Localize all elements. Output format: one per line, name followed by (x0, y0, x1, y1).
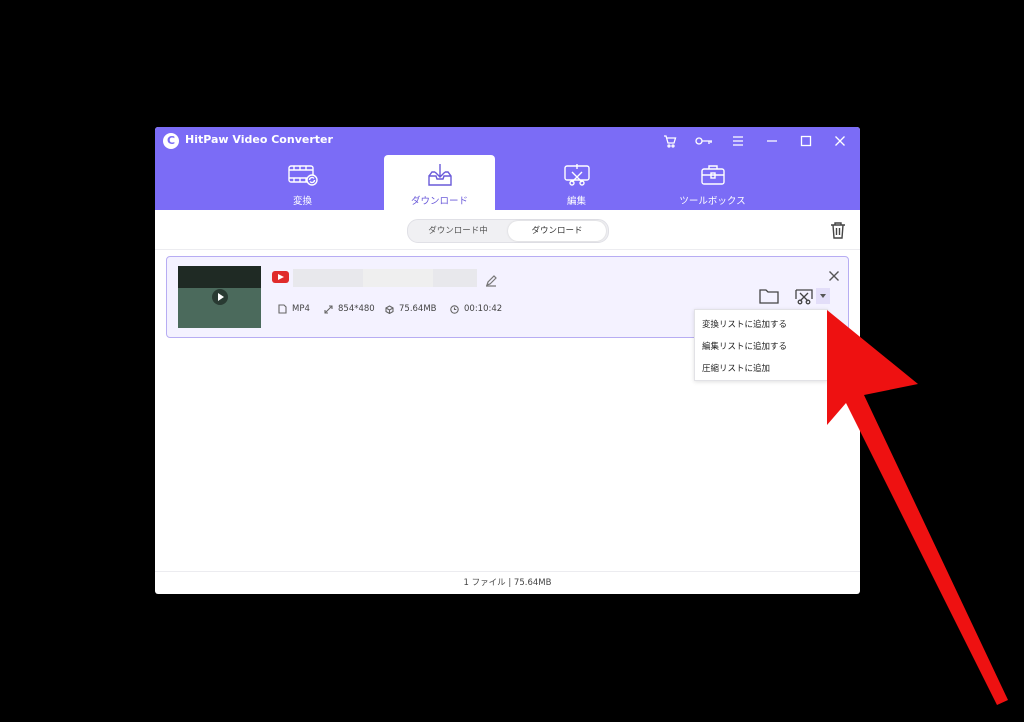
tab-edit-label: 編集 (566, 196, 586, 207)
duration-info: 00:10:42 (450, 304, 502, 314)
app-logo: C (163, 133, 179, 149)
format-value: MP4 (292, 304, 310, 314)
clock-icon (450, 304, 459, 314)
size-info: 75.64MB (385, 304, 437, 314)
edit-scissors-icon (561, 163, 593, 187)
video-title-redacted (293, 269, 477, 287)
resize-icon (324, 304, 333, 314)
tab-toolbox-label: ツールボックス (679, 196, 746, 207)
video-thumbnail[interactable] (178, 266, 261, 328)
resolution-value: 854*480 (338, 304, 375, 314)
trash-icon[interactable] (830, 221, 846, 239)
menu-icon[interactable] (728, 131, 748, 151)
tab-download-label: ダウンロード (410, 196, 468, 207)
more-options-chevron-icon[interactable] (816, 288, 830, 304)
minimize-icon[interactable] (762, 131, 782, 151)
title-bar: C HitPaw Video Converter (155, 127, 860, 155)
menu-item-add-edit[interactable]: 編集リストに追加する (702, 340, 787, 352)
download-tray-icon (424, 163, 456, 187)
close-icon[interactable] (830, 131, 850, 151)
maximize-icon[interactable] (796, 131, 816, 151)
resolution-info: 854*480 (324, 304, 375, 314)
menu-item-add-compress[interactable]: 圧縮リストに追加 (702, 362, 770, 374)
tab-convert-label: 変換 (292, 196, 312, 207)
duration-value: 00:10:42 (464, 304, 503, 314)
tab-toolbox[interactable]: ツールボックス (657, 155, 768, 210)
subtab-downloaded[interactable]: ダウンロード (508, 221, 606, 241)
edit-video-icon[interactable] (794, 287, 814, 305)
rename-pencil-icon[interactable] (485, 272, 497, 287)
file-icon (278, 304, 287, 314)
download-subtabs: ダウンロード中 ダウンロード (407, 219, 609, 243)
play-icon[interactable] (212, 289, 228, 305)
app-title: HitPaw Video Converter (185, 133, 333, 146)
open-folder-icon[interactable] (759, 288, 779, 304)
main-nav: 変換 ダウンロード 編集 ツールボックス (155, 155, 860, 210)
film-convert-icon (287, 163, 319, 187)
remove-item-icon[interactable] (828, 267, 840, 281)
format-info: MP4 (278, 304, 310, 314)
youtube-icon (272, 271, 289, 283)
header-divider (155, 249, 860, 250)
tab-convert[interactable]: 変換 (247, 155, 358, 210)
cart-icon[interactable] (660, 131, 680, 151)
status-bar: 1 ファイル | 75.64MB (155, 571, 860, 594)
cube-icon (385, 304, 394, 314)
size-value: 75.64MB (399, 304, 437, 314)
add-to-list-menu: 変換リストに追加する 編集リストに追加する 圧縮リストに追加 (694, 309, 828, 381)
tab-edit[interactable]: 編集 (521, 155, 632, 210)
tab-download[interactable]: ダウンロード (384, 155, 495, 210)
subtab-downloading[interactable]: ダウンロード中 (409, 221, 507, 241)
app-window: C HitPaw Video Converter 変換 ダウンロード 編集 ツー… (155, 127, 860, 594)
toolbox-icon (697, 163, 729, 187)
key-icon[interactable] (694, 131, 714, 151)
menu-item-add-convert[interactable]: 変換リストに追加する (702, 318, 787, 330)
